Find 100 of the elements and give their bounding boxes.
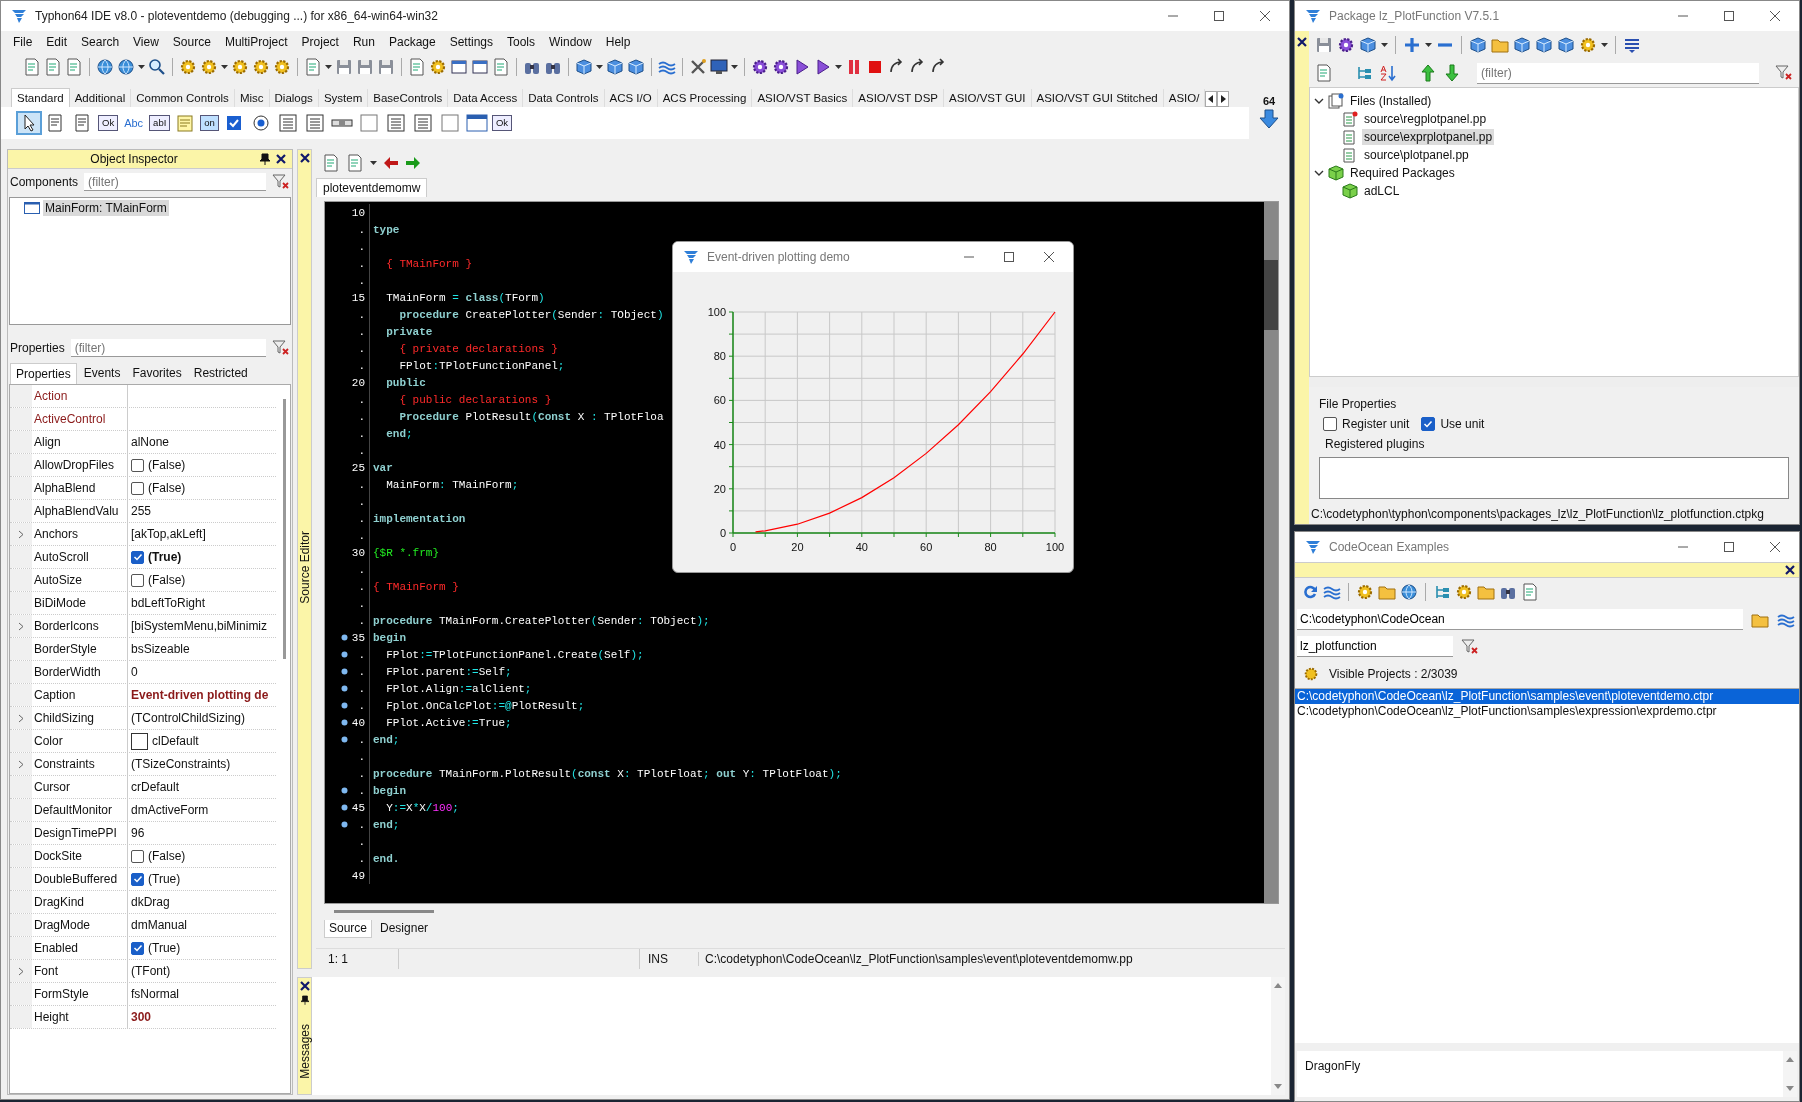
property-value[interactable]: 255 [131,504,152,518]
expand-chevron-icon[interactable] [18,529,24,539]
scroll-down-icon[interactable] [1273,1083,1283,1091]
file-tab[interactable]: ploteventdemomw [316,178,428,197]
filter-field[interactable]: (filter) [70,339,266,357]
document-icon[interactable] [322,154,340,172]
tab[interactable]: Designer [376,920,433,938]
line-gutter[interactable]: . [325,442,370,459]
package-icon[interactable] [1513,36,1531,54]
property-value[interactable]: crDefault [131,780,180,794]
close-icon[interactable] [276,154,286,164]
property-name[interactable]: DragKind [32,891,128,913]
line-gutter[interactable]: . [325,408,370,425]
expand-chevron-icon[interactable] [18,966,24,976]
line-gutter[interactable]: . [325,782,370,799]
line-gutter[interactable]: . [325,765,370,782]
window-icon[interactable] [450,58,468,76]
property-name[interactable]: AutoSize [32,569,128,591]
property-name[interactable]: DoubleBuffered [32,868,128,890]
property-name[interactable]: DockSite [32,845,128,867]
close-icon[interactable] [1043,251,1055,263]
sort-icon[interactable] [1379,64,1397,82]
list-item[interactable]: C:\codetyphon\CodeOcean\lz_PlotFunction\samples\event\ploteventdemo.ctpr [1295,689,1799,704]
property-value[interactable]: (False) [148,573,186,587]
down-arrow-icon[interactable] [1443,64,1461,82]
up-arrow-icon[interactable] [1419,64,1437,82]
line-gutter[interactable]: 20 [325,374,370,391]
line-gutter[interactable]: . [325,697,370,714]
close-icon[interactable] [1769,10,1781,22]
forward-arrow-icon[interactable] [405,156,421,170]
document-icon[interactable] [65,58,83,76]
checkbox[interactable] [1421,417,1436,431]
gear-icon[interactable] [273,58,291,76]
scrollbar[interactable] [334,909,434,913]
scroll-left-icon[interactable] [1205,91,1218,107]
line-gutter[interactable]: 45 [325,799,370,816]
gear-icon[interactable] [1579,36,1597,54]
package-icon[interactable] [575,58,593,76]
tab[interactable]: Events [78,363,126,384]
line-gutter[interactable]: . [325,527,370,544]
maximize-icon[interactable] [1213,10,1225,22]
list-item[interactable]: C:\codetyphon\CodeOcean\lz_PlotFunction\samples\expression\exprdemo.ctpr [1295,704,1799,719]
property-value[interactable]: dkDrag [131,895,170,909]
line-gutter[interactable]: . [325,748,370,765]
tree-item[interactable]: MainForm: TMainForm [43,200,169,216]
line-gutter[interactable]: . [325,272,370,289]
filter-field[interactable]: lz_plotfunction [1297,636,1453,657]
property-value[interactable]: (True) [148,872,181,886]
stop-icon[interactable] [866,58,884,76]
menu-item[interactable]: Package [388,35,436,49]
property-value[interactable]: (True) [148,550,182,564]
property-value[interactable]: [akTop,akLeft] [131,527,206,541]
breakpoint-dot-icon[interactable] [341,804,348,811]
line-gutter[interactable]: . [325,595,370,612]
property-value[interactable]: bdLeftToRight [131,596,206,610]
pointer-icon[interactable] [17,112,41,134]
property-value[interactable]: (False) [148,849,186,863]
checkbox[interactable] [131,872,144,886]
monitor-icon[interactable] [710,58,728,76]
maximize-icon[interactable] [1723,541,1735,553]
breakpoint-dot-icon[interactable] [341,685,348,692]
close-icon[interactable] [299,981,310,991]
property-value[interactable]: [biSystemMenu,biMinimiz [131,619,268,633]
collapse-chevron-icon[interactable] [1314,168,1324,178]
checkbox-label[interactable]: Use unit [1440,417,1485,431]
property-name[interactable]: DragMode [32,914,128,936]
property-value[interactable]: 0 [131,665,138,679]
document-icon[interactable] [408,58,426,76]
property-name[interactable]: DesignTimePPI [32,822,128,844]
line-gutter[interactable]: . [325,646,370,663]
close-icon[interactable] [299,153,310,163]
checkbox[interactable] [131,573,144,587]
property-name[interactable]: BorderStyle [32,638,128,660]
line-gutter[interactable]: . [325,357,370,374]
property-name[interactable]: Anchors [32,523,128,545]
property-name[interactable]: BorderIcons [32,615,128,637]
breakpoint-dot-icon[interactable] [341,719,348,726]
edit-component-icon[interactable]: abI [149,115,171,131]
property-value[interactable]: Event-driven plotting de [131,688,269,702]
menu-item[interactable]: Source [172,35,211,49]
property-value[interactable]: (True) [148,941,181,955]
document-icon[interactable] [44,58,62,76]
line-gutter[interactable]: . [325,850,370,867]
property-value[interactable]: (False) [148,458,186,472]
color-swatch[interactable] [131,732,148,750]
toggle-component-icon[interactable]: on [200,115,219,131]
palette-tab[interactable]: Standard [11,88,70,107]
property-name[interactable]: ChildSizing [32,707,128,729]
line-gutter[interactable]: . [325,663,370,680]
menu-item[interactable]: Settings [449,35,493,49]
property-name[interactable]: Font [32,960,128,982]
property-name[interactable]: FormStyle [32,983,128,1005]
close-icon[interactable] [1259,10,1271,22]
line-gutter[interactable]: 15 [325,289,370,306]
scrollbar[interactable] [283,399,286,659]
property-name[interactable]: AllowDropFiles [32,454,128,476]
filter-field[interactable]: (filter) [1477,62,1759,84]
menu-item[interactable]: Run [352,35,375,49]
expand-chevron-icon[interactable] [18,713,24,723]
line-gutter[interactable]: 25 [325,459,370,476]
